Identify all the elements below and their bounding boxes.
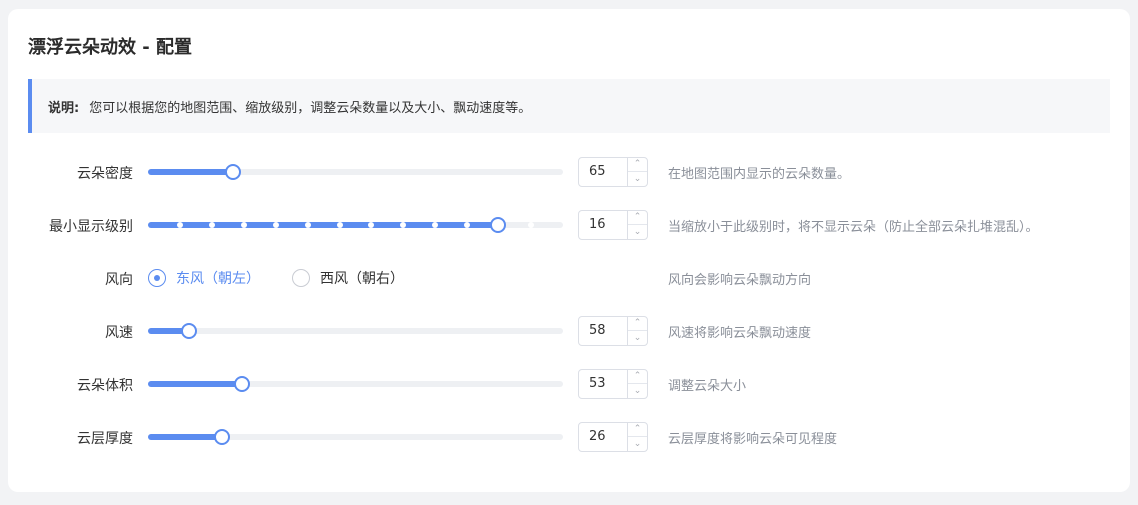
slider-fill xyxy=(148,381,242,387)
slider-handle[interactable] xyxy=(213,429,230,445)
slider-handle[interactable] xyxy=(181,323,198,339)
min-zoom-level-value[interactable]: 16 xyxy=(589,217,606,232)
min-zoom-level-input[interactable]: 16 ⌃ ⌄ xyxy=(578,210,648,240)
chevron-up-icon[interactable]: ⌃ xyxy=(628,317,647,331)
cloud-density-label: 云朵密度 xyxy=(77,166,133,182)
wind-speed-slider[interactable] xyxy=(148,316,563,346)
cloud-thickness-label: 云层厚度 xyxy=(77,431,133,447)
stepper: ⌃ ⌄ xyxy=(627,423,647,451)
slider-stop-mark xyxy=(336,222,343,228)
cloud-density-slider[interactable] xyxy=(148,157,563,187)
cloud-size-slider[interactable] xyxy=(148,369,563,399)
radio-west-wind[interactable]: 西风（朝右） xyxy=(292,268,404,288)
cloud-size-hint: 调整云朵大小 xyxy=(668,379,747,394)
cloud-size-label: 云朵体积 xyxy=(77,378,133,394)
wind-direction-label: 风向 xyxy=(105,272,133,288)
slider-stop-mark xyxy=(176,222,183,228)
notice-text: 您可以根据您的地图范围、缩放级别，调整云朵数量以及大小、飘动速度等。 xyxy=(89,100,532,116)
radio-east-wind[interactable]: 东风（朝左） xyxy=(148,268,260,288)
row-cloud-size: 云朵体积 53 ⌃ ⌄ 调整云朵大小 xyxy=(8,369,1130,399)
row-min-zoom-level: 最小显示级别 16 ⌃ ⌄ 当缩放小于此级别时，将不显示云朵（防止全部云朵扎堆混… xyxy=(8,210,1130,240)
stepper: ⌃ ⌄ xyxy=(627,211,647,239)
slider-fill xyxy=(148,222,498,228)
wind-speed-value[interactable]: 58 xyxy=(589,323,606,338)
row-cloud-thickness: 云层厚度 26 ⌃ ⌄ 云层厚度将影响云朵可见程度 xyxy=(8,422,1130,452)
row-cloud-density: 云朵密度 65 ⌃ ⌄ 在地图范围内显示的云朵数量。 xyxy=(8,157,1130,187)
slider-stop-mark xyxy=(272,222,279,228)
notice-label: 说明: xyxy=(48,100,80,116)
wind-speed-label: 风速 xyxy=(105,325,133,341)
chevron-down-icon[interactable]: ⌄ xyxy=(628,384,647,398)
chevron-up-icon[interactable]: ⌃ xyxy=(628,423,647,437)
cloud-density-hint: 在地图范围内显示的云朵数量。 xyxy=(668,167,851,182)
slider-handle[interactable] xyxy=(225,164,242,180)
cloud-thickness-slider[interactable] xyxy=(148,422,563,452)
slider-stop-mark xyxy=(240,222,247,228)
chevron-down-icon[interactable]: ⌄ xyxy=(628,225,647,239)
chevron-up-icon[interactable]: ⌃ xyxy=(628,158,647,172)
page-title: 漂浮云朵动效 - 配置 xyxy=(28,37,193,58)
radio-west-wind-label[interactable]: 西风（朝右） xyxy=(320,268,404,288)
chevron-up-icon[interactable]: ⌃ xyxy=(628,211,647,225)
cloud-density-value[interactable]: 65 xyxy=(589,164,606,179)
slider-stop-mark xyxy=(304,222,311,228)
min-zoom-level-label: 最小显示级别 xyxy=(49,219,133,235)
slider-fill xyxy=(148,169,234,175)
slider-track xyxy=(148,328,563,334)
slider-handle[interactable] xyxy=(489,217,506,233)
slider-handle[interactable] xyxy=(233,376,250,392)
chevron-up-icon[interactable]: ⌃ xyxy=(628,370,647,384)
radio-checked-icon[interactable] xyxy=(148,269,166,287)
wind-speed-hint: 风速将影响云朵飘动速度 xyxy=(668,326,812,341)
wind-direction-radio-group: 东风（朝左） 西风（朝右） xyxy=(148,263,436,293)
stepper: ⌃ ⌄ xyxy=(627,317,647,345)
slider-stop-mark xyxy=(208,222,215,228)
min-zoom-level-hint: 当缩放小于此级别时，将不显示云朵（防止全部云朵扎堆混乱）。 xyxy=(668,220,1039,235)
chevron-down-icon[interactable]: ⌄ xyxy=(628,331,647,345)
cloud-size-value[interactable]: 53 xyxy=(589,376,606,391)
config-card: 漂浮云朵动效 - 配置 说明: 您可以根据您的地图范围、缩放级别，调整云朵数量以… xyxy=(8,9,1130,492)
row-wind-direction: 风向 东风（朝左） 西风（朝右） 风向会影响云朵飘动方向 xyxy=(8,263,1130,293)
radio-unchecked-icon[interactable] xyxy=(292,269,310,287)
cloud-thickness-input[interactable]: 26 ⌃ ⌄ xyxy=(578,422,648,452)
wind-speed-input[interactable]: 58 ⌃ ⌄ xyxy=(578,316,648,346)
cloud-thickness-value[interactable]: 26 xyxy=(589,429,606,444)
slider-fill xyxy=(148,434,222,440)
radio-east-wind-label[interactable]: 东风（朝左） xyxy=(176,268,260,288)
cloud-density-input[interactable]: 65 ⌃ ⌄ xyxy=(578,157,648,187)
stepper: ⌃ ⌄ xyxy=(627,158,647,186)
min-zoom-level-slider[interactable] xyxy=(148,210,563,240)
wind-direction-hint: 风向会影响云朵飘动方向 xyxy=(668,273,812,288)
chevron-down-icon[interactable]: ⌄ xyxy=(628,437,647,451)
row-wind-speed: 风速 58 ⌃ ⌄ 风速将影响云朵飘动速度 xyxy=(8,316,1130,346)
cloud-thickness-hint: 云层厚度将影响云朵可见程度 xyxy=(668,432,838,447)
stepper: ⌃ ⌄ xyxy=(627,370,647,398)
chevron-down-icon[interactable]: ⌄ xyxy=(628,172,647,186)
cloud-size-input[interactable]: 53 ⌃ ⌄ xyxy=(578,369,648,399)
notice-box: 说明: 您可以根据您的地图范围、缩放级别，调整云朵数量以及大小、飘动速度等。 xyxy=(28,79,1110,133)
